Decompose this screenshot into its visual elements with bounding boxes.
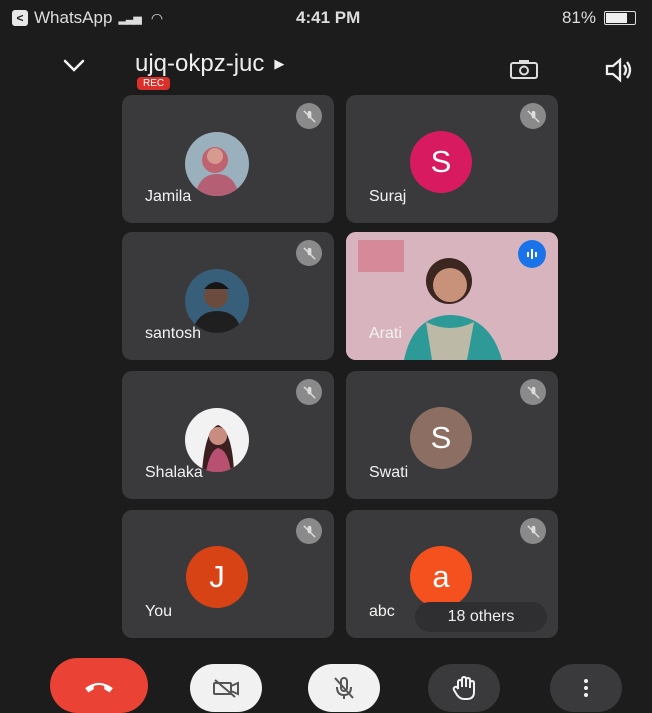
status-left: < WhatsApp ▂▃▅ ◠: [12, 8, 163, 28]
avatar: [185, 269, 249, 333]
more-options-button[interactable]: [550, 664, 622, 712]
wifi-icon: ◠: [150, 9, 164, 26]
participant-name: Swati: [369, 464, 409, 481]
avatar: [185, 408, 249, 472]
caret-right-icon: ▶: [274, 56, 285, 71]
mic-off-icon: [520, 379, 546, 405]
mic-off-icon: [296, 103, 322, 129]
phone-hangup-icon: [85, 682, 113, 692]
participant-tile[interactable]: S Swati: [346, 371, 558, 499]
participant-video-tile[interactable]: Arati: [346, 232, 558, 360]
microphone-toggle-button[interactable]: [308, 664, 380, 712]
mic-off-icon: [334, 677, 354, 699]
mic-off-icon: [296, 379, 322, 405]
battery-icon: [604, 11, 636, 25]
speaking-indicator-icon: [518, 240, 546, 268]
video-off-icon: [213, 679, 239, 698]
participant-name: Suraj: [369, 188, 407, 205]
camera-flip-icon[interactable]: [509, 57, 539, 81]
battery-percent: 81%: [561, 8, 596, 27]
mic-off-icon: [520, 103, 546, 129]
participant-tile[interactable]: Jamila: [122, 95, 334, 223]
raise-hand-button[interactable]: [428, 664, 500, 712]
participant-name: Jamila: [145, 188, 192, 205]
status-time: 4:41 PM: [296, 8, 361, 27]
participant-name: Arati: [369, 325, 402, 342]
mic-off-icon: [296, 240, 322, 266]
participant-name: You: [145, 603, 172, 620]
call-controls-bar: [0, 650, 652, 713]
battery-level-fill: [606, 13, 627, 23]
mic-off-icon: [520, 518, 546, 544]
raise-hand-icon: [452, 675, 475, 700]
recording-badge: REC: [137, 77, 171, 90]
avatar: J: [186, 546, 248, 608]
end-call-button[interactable]: [50, 658, 148, 713]
others-count-button[interactable]: 18 others: [415, 602, 547, 632]
participant-name: abc: [369, 603, 395, 620]
meeting-code: ujq-okpz-juc: [135, 50, 265, 77]
avatar: [185, 132, 249, 196]
participant-tile[interactable]: santosh: [122, 232, 334, 360]
participant-name: santosh: [145, 325, 202, 342]
meeting-title[interactable]: ujq-okpz-juc ▶: [135, 50, 284, 78]
participant-tile-self[interactable]: J You: [122, 510, 334, 638]
participant-tile[interactable]: Shalaka: [122, 371, 334, 499]
status-bar: < WhatsApp ▂▃▅ ◠ 4:41 PM 81%: [0, 0, 652, 38]
back-to-app-icon[interactable]: <: [12, 10, 28, 26]
avatar: a: [410, 546, 472, 608]
avatar: S: [410, 131, 472, 193]
meeting-header: ujq-okpz-juc ▶ REC: [0, 40, 652, 100]
chevron-down-icon[interactable]: [60, 55, 88, 75]
more-vertical-icon: [584, 679, 588, 697]
participant-name: Shalaka: [145, 464, 203, 481]
speaker-icon[interactable]: [604, 56, 634, 84]
mic-off-icon: [296, 518, 322, 544]
camera-toggle-button[interactable]: [190, 664, 262, 712]
back-app-label[interactable]: WhatsApp: [34, 8, 112, 28]
participant-tile[interactable]: S Suraj: [346, 95, 558, 223]
status-right: 81%: [562, 8, 636, 28]
avatar: S: [410, 407, 472, 469]
signal-icon: ▂▃▅: [118, 12, 141, 25]
